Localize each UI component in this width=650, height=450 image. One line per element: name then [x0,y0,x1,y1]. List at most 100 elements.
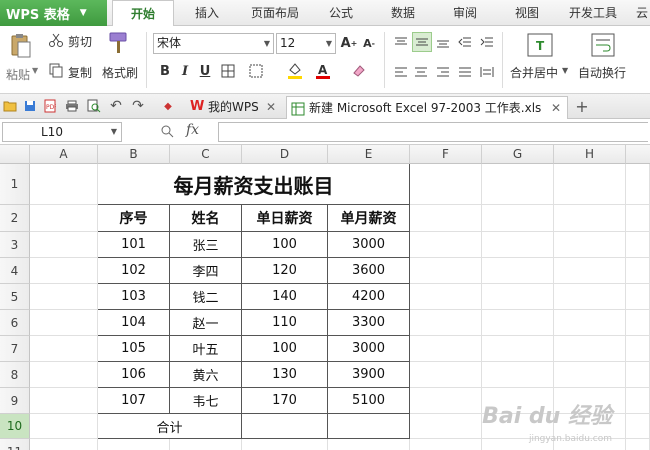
grid-cell[interactable] [30,284,98,310]
grid-cell[interactable] [482,205,554,232]
tab-formulas[interactable]: 公式 [318,0,364,26]
grid-cell[interactable] [410,164,482,205]
grid-cell[interactable] [410,232,482,258]
grid-cell[interactable] [30,164,98,205]
zoom-magnifier-icon[interactable] [160,124,174,141]
open-folder-icon[interactable] [2,98,18,114]
table-cell[interactable]: 106 [98,362,170,388]
grid-cell[interactable] [626,336,650,362]
grid-cell[interactable] [410,414,482,439]
grid-cell[interactable] [554,205,626,232]
insert-function-button[interactable]: fx [186,122,199,138]
column-header-f[interactable]: F [410,145,482,164]
tab-developer[interactable]: 开发工具 [562,0,624,26]
row-header-4[interactable]: 4 [0,258,30,284]
format-painter-button[interactable]: 格式刷 [102,64,138,81]
copy-button[interactable]: 复制 [68,64,92,81]
cut-button[interactable]: 剪切 [68,33,92,50]
redo-icon[interactable]: ↷ [130,98,146,114]
borders-icon[interactable] [220,63,236,79]
grid-cell[interactable] [410,362,482,388]
font-size-select[interactable]: 12 ▼ [276,33,336,54]
table-cell[interactable]: 110 [242,310,328,336]
grid-cell[interactable] [554,310,626,336]
close-icon[interactable]: ✕ [551,97,561,119]
table-cell[interactable]: 3300 [328,310,410,336]
print-preview-icon[interactable] [86,98,102,114]
fill-pattern-icon[interactable] [248,63,264,79]
row-header-1[interactable]: 1 [0,164,30,205]
header-cell-monthly-wage[interactable]: 单月薪资 [328,205,410,232]
grid-cell[interactable] [626,414,650,439]
tab-page-layout[interactable]: 页面布局 [240,0,310,26]
undo-icon[interactable]: ↶ [108,98,124,114]
column-header-g[interactable]: G [482,145,554,164]
spreadsheet-grid[interactable]: A B C D E F G H 1 2 3 4 5 6 7 8 9 10 11 … [0,145,650,450]
table-cell[interactable]: 120 [242,258,328,284]
underline-button[interactable]: U [196,62,214,80]
grid-cell[interactable] [626,362,650,388]
grid-cell[interactable] [554,258,626,284]
wrap-text-icon[interactable] [590,32,616,58]
grid-cell[interactable] [626,388,650,414]
formula-input[interactable] [218,122,648,142]
table-cell[interactable]: 107 [98,388,170,414]
table-cell[interactable]: 170 [242,388,328,414]
grid-cell[interactable] [410,336,482,362]
clear-format-icon[interactable] [350,62,368,80]
justify-icon[interactable] [456,64,474,80]
tab-home[interactable]: 开始 [112,0,174,27]
name-box[interactable]: L10 ▼ [2,122,122,142]
grid-cell[interactable] [626,164,650,205]
tab-data[interactable]: 数据 [380,0,426,26]
merge-center-icon[interactable]: T [526,32,554,58]
grid-cell[interactable] [30,362,98,388]
column-header-d[interactable]: D [242,145,328,164]
table-cell[interactable]: 3000 [328,232,410,258]
decrease-indent-icon[interactable] [456,34,474,50]
tab-insert[interactable]: 插入 [184,0,230,26]
wrap-text-button[interactable]: 自动换行 [578,64,626,81]
grid-cell[interactable] [482,362,554,388]
format-painter-icon[interactable] [106,30,132,58]
row-header-10[interactable]: 10 [0,414,30,439]
header-cell-name[interactable]: 姓名 [170,205,242,232]
grid-cell[interactable] [626,284,650,310]
align-bottom-icon[interactable] [434,34,452,50]
tab-view[interactable]: 视图 [504,0,550,26]
grid-cell[interactable] [242,439,328,450]
select-all-corner[interactable] [0,145,30,164]
align-top-icon[interactable] [392,34,410,50]
total-monthly-cell[interactable] [328,414,410,439]
print-icon[interactable] [64,98,80,114]
grid-cell[interactable] [554,232,626,258]
table-cell[interactable]: 赵一 [170,310,242,336]
table-cell[interactable]: 100 [242,232,328,258]
grid-cell[interactable] [482,310,554,336]
customize-toolbar-icon[interactable]: ◆ [160,98,176,114]
grid-cell[interactable] [554,164,626,205]
table-cell[interactable]: 3900 [328,362,410,388]
row-header-9[interactable]: 9 [0,388,30,414]
row-header-7[interactable]: 7 [0,336,30,362]
save-icon[interactable] [22,98,38,114]
fill-color-icon[interactable] [286,62,304,80]
tab-cloud[interactable]: 云 [634,0,650,26]
total-daily-cell[interactable] [242,414,328,439]
align-middle-icon[interactable] [412,32,432,52]
grid-cell[interactable] [170,439,242,450]
wps-app-menu-button[interactable]: WPS 表格 ▼ [0,0,107,26]
table-cell[interactable]: 130 [242,362,328,388]
copy-icon[interactable] [48,62,64,78]
grid-cell[interactable] [482,164,554,205]
align-center-icon[interactable] [412,64,430,80]
grid-cell[interactable] [626,232,650,258]
tab-review[interactable]: 审阅 [442,0,488,26]
new-tab-plus-icon[interactable]: + [574,97,590,116]
table-cell[interactable]: 104 [98,310,170,336]
distributed-align-icon[interactable] [478,64,496,80]
grid-cell[interactable] [626,205,650,232]
table-cell[interactable]: 100 [242,336,328,362]
chevron-down-icon[interactable]: ▼ [32,66,38,75]
table-cell[interactable]: 叶五 [170,336,242,362]
